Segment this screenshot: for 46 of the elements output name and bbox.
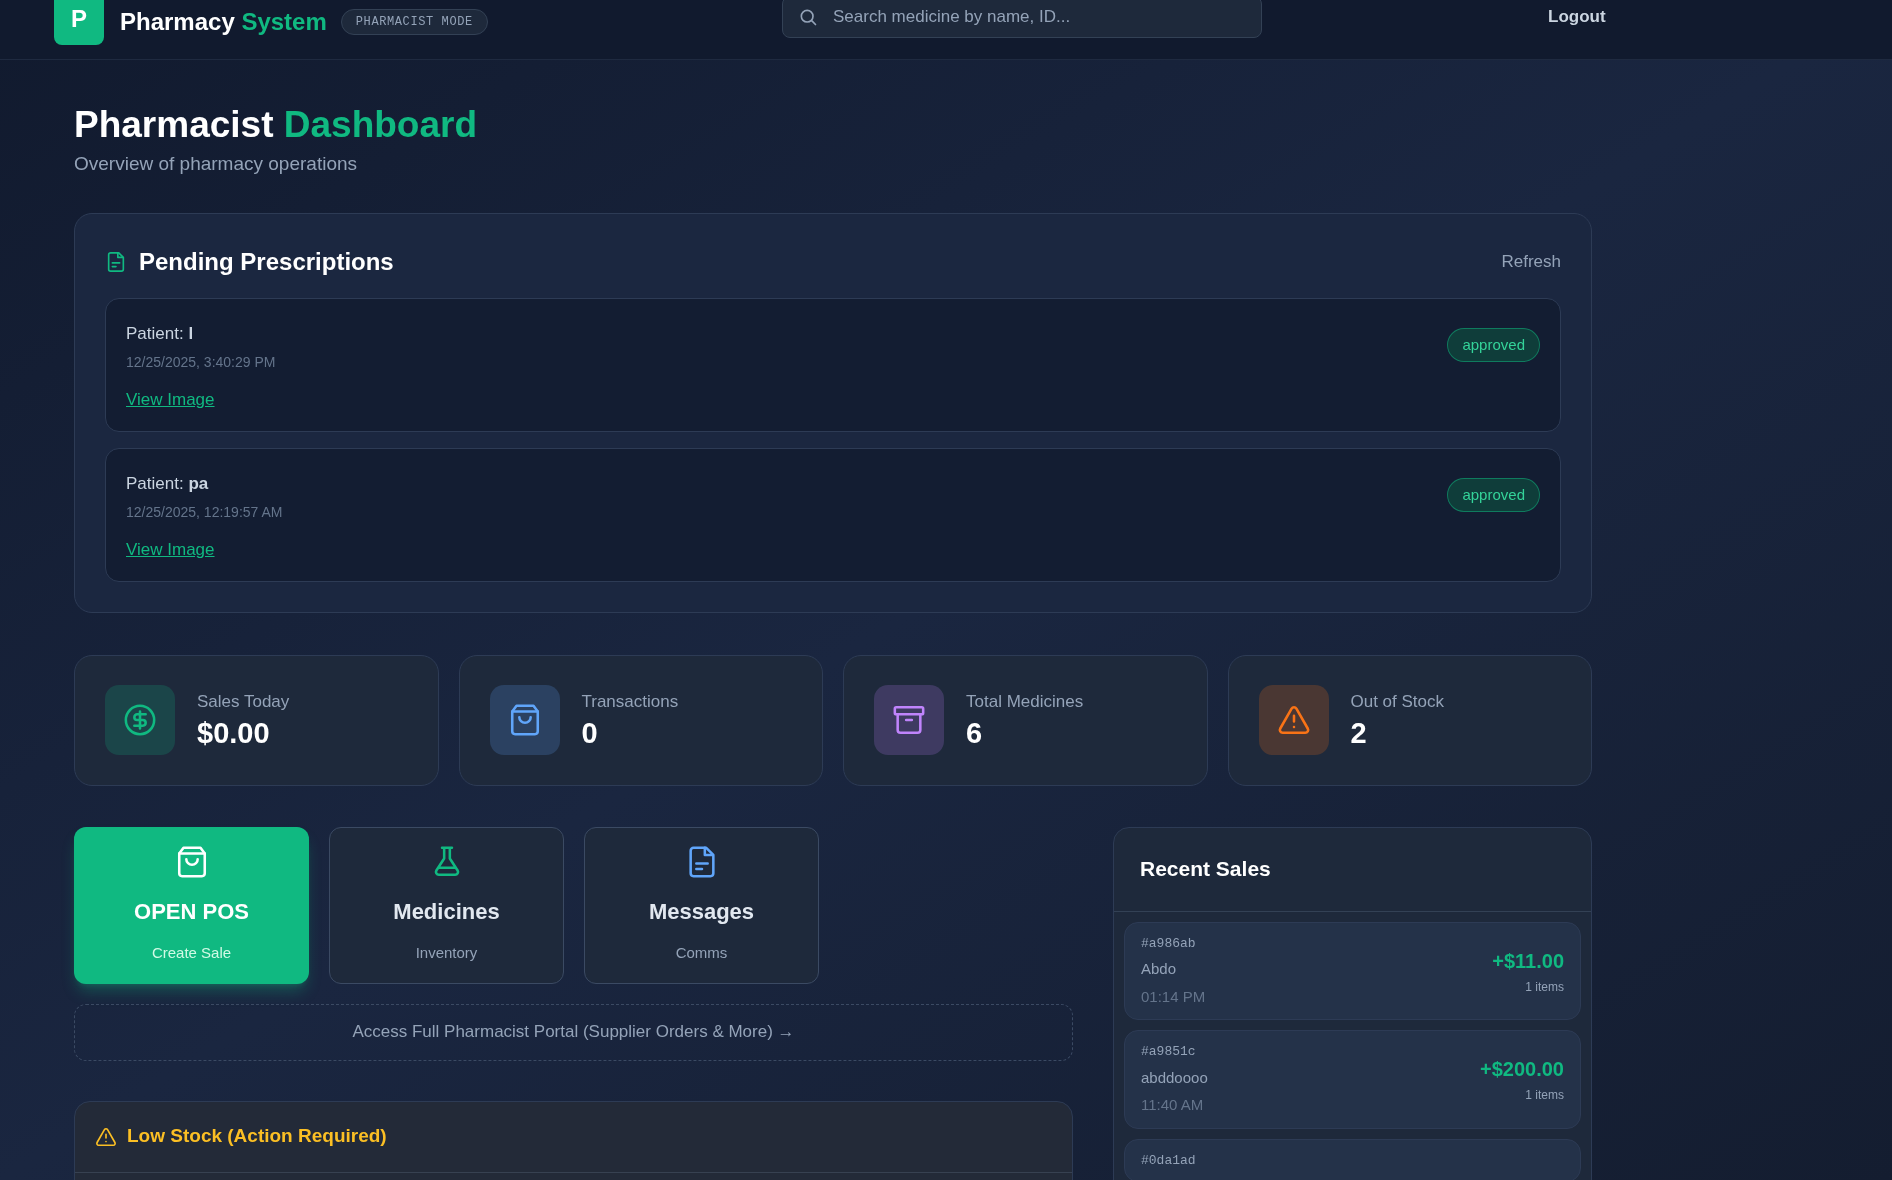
stat-value: 2 [1350, 715, 1368, 751]
customer-name: abddoooo [1141, 1067, 1208, 1088]
page-title: Pharmacist Dashboard [74, 103, 479, 147]
refresh-button[interactable]: Refresh [1501, 248, 1561, 275]
dollar-icon [123, 703, 157, 737]
stat-value: 0 [581, 715, 599, 751]
search-field[interactable]: Search medicine by name, ID... [782, 0, 1262, 38]
archive-box-icon [892, 703, 926, 737]
stat-label: Transactions [581, 691, 679, 714]
action-card[interactable]: Medicines Inventory [329, 826, 564, 984]
sale-time: 01:14 PM [1141, 986, 1206, 1007]
stat-label: Out of Stock [1350, 691, 1445, 714]
stat-value: 6 [966, 715, 984, 751]
mode-badge: PHARMACIST MODE [340, 8, 488, 35]
stat-label: Sales Today [197, 691, 290, 714]
warning-icon [95, 1125, 117, 1148]
section-title: Low Stock (Action Required) [127, 1124, 387, 1149]
logo: P [54, 0, 104, 45]
stat-label: Total Medicines [966, 691, 1084, 714]
page-subtitle: Overview of pharmacy operations [74, 152, 358, 176]
item-count: 1 items [1525, 978, 1564, 996]
sale-amount: +$200.00 [1480, 1057, 1564, 1083]
action-card[interactable]: Messages Comms [584, 826, 819, 984]
item-count: 1 items [1525, 1087, 1564, 1105]
brand-title: Pharmacy System [120, 6, 327, 37]
warning-icon [1276, 703, 1311, 737]
view-image-link[interactable]: View Image [126, 537, 215, 563]
prescription-time: 12/25/2025, 3:40:29 PM [126, 353, 276, 372]
sale-time: 11:40 AM [1141, 1095, 1205, 1115]
sale-id: #0da1ad [1141, 1151, 1196, 1170]
status-badge: approved [1447, 327, 1540, 362]
patient-name: Patient: l [126, 322, 195, 345]
stat-value: $0.00 [197, 715, 271, 751]
sale-id: #a9851c [1141, 1043, 1197, 1061]
sale-amount: +$11.00 [1492, 948, 1564, 974]
prescription-time: 12/25/2025, 12:19:57 AM [126, 503, 283, 522]
section-title: Recent Sales [1140, 856, 1271, 883]
view-image-link[interactable]: View Image [126, 387, 215, 413]
sale-id: #a986ab [1141, 934, 1197, 953]
logout-button[interactable]: Logout [1548, 4, 1606, 30]
section-title: Pending Prescriptions [139, 246, 394, 277]
status-badge: approved [1447, 477, 1540, 512]
customer-name: Abdo [1141, 959, 1178, 979]
patient-name: Patient: pa [126, 472, 210, 495]
document-icon [105, 250, 127, 273]
portal-link[interactable]: Access Full Pharmacist Portal (Supplier Orders & More) → [74, 1003, 1073, 1061]
